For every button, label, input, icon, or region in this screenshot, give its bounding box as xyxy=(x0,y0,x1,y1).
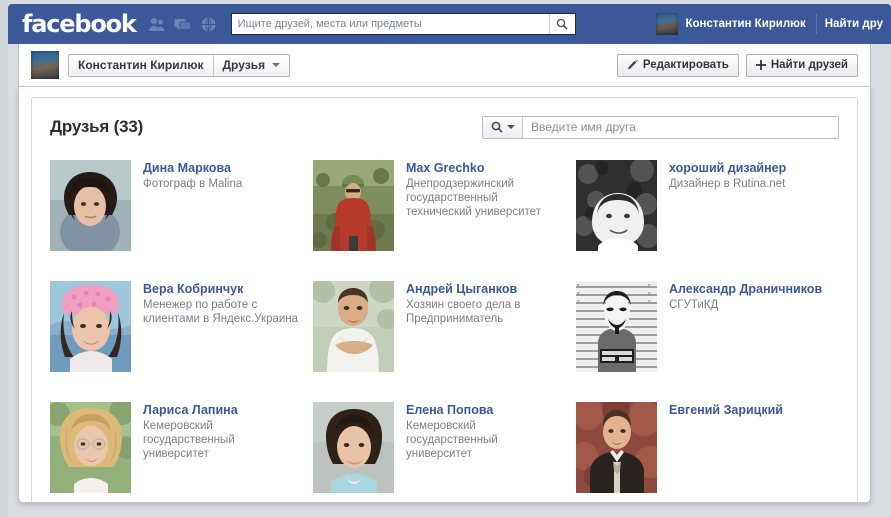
toolbar-actions: Редактировать Найти друзей xyxy=(617,54,858,77)
friend-info: Евгений Зарицкий xyxy=(669,402,783,419)
friend-search-input[interactable] xyxy=(523,117,838,138)
friend-card[interactable]: Лариса Лапина Кемеровский государственны… xyxy=(50,396,313,502)
friend-requests-icon[interactable] xyxy=(148,16,165,33)
right-gutter xyxy=(871,44,891,517)
friend-card[interactable]: Вера Кобринчук Менежер по работе с клиен… xyxy=(50,275,313,396)
messages-icon[interactable] xyxy=(174,16,191,33)
breadcrumb-item-profile[interactable]: Константин Кирилюк xyxy=(69,55,213,76)
friend-card[interactable]: хороший дизайнер Дизайнер в Rutina.net xyxy=(576,154,839,275)
global-search[interactable] xyxy=(231,13,576,35)
friend-description: Хозяин своего дела в Предприниматель xyxy=(406,298,564,326)
friend-description: Фотограф в Malina xyxy=(143,177,242,191)
chevron-down-icon xyxy=(272,63,280,67)
friend-photo[interactable] xyxy=(576,402,657,493)
friend-photo[interactable] xyxy=(313,160,394,251)
friend-info: Вера Кобринчук Менежер по работе с клиен… xyxy=(143,281,301,326)
friend-search[interactable] xyxy=(482,116,839,139)
friend-photo[interactable]: 5' 4' 3' 5' 4' 3' xyxy=(576,281,657,372)
svg-text:3': 3' xyxy=(577,299,581,303)
friend-name[interactable]: Елена Попова xyxy=(406,403,564,418)
friends-header: Друзья (33) xyxy=(50,112,839,142)
search-icon xyxy=(491,121,503,133)
friends-grid: Дина Маркова Фотограф в Malina xyxy=(50,154,839,502)
svg-text:3': 3' xyxy=(648,299,652,303)
friend-name[interactable]: Андрей Цыганков xyxy=(406,282,564,297)
svg-text:4': 4' xyxy=(577,291,581,295)
breadcrumb-item-friends[interactable]: Друзья xyxy=(213,55,290,76)
profile-toolbar: Константин Кирилюк Друзья Редактировать xyxy=(18,44,871,87)
friend-description: Днепродзержинский государственный технич… xyxy=(406,177,564,219)
friend-info: Александр Драничников СГУТиКД xyxy=(669,281,822,312)
edit-button-label: Редактировать xyxy=(643,59,729,71)
profile-avatar[interactable] xyxy=(31,51,59,79)
friend-info: Дина Маркова Фотограф в Malina xyxy=(143,160,242,191)
friend-card[interactable]: Евгений Зарицкий xyxy=(576,396,839,502)
global-header: facebook xyxy=(8,4,891,44)
svg-text:5': 5' xyxy=(577,283,581,287)
friend-name[interactable]: Александр Драничников xyxy=(669,282,822,297)
avatar xyxy=(656,13,678,35)
friend-photo[interactable] xyxy=(313,281,394,372)
friend-card[interactable]: Елена Попова Кемеровский государственный… xyxy=(313,396,576,502)
page-title: Друзья (33) xyxy=(50,117,143,137)
friends-panel: Друзья (33) xyxy=(31,97,858,502)
friend-info: Max Grechko Днепродзержинский государств… xyxy=(406,160,564,219)
friend-search-filter-dropdown[interactable] xyxy=(483,117,523,138)
friend-name[interactable]: Евгений Зарицкий xyxy=(669,403,783,418)
friend-card[interactable]: Max Grechko Днепродзержинский государств… xyxy=(313,154,576,275)
globe-notifications-icon[interactable] xyxy=(200,16,217,33)
facebook-logo[interactable]: facebook xyxy=(22,12,136,36)
friend-description: Кемеровский государственный университет xyxy=(406,419,564,461)
chevron-down-icon xyxy=(507,125,515,129)
pencil-icon xyxy=(627,60,638,71)
friend-description: Дизайнер в Rutina.net xyxy=(669,177,786,191)
global-search-input[interactable] xyxy=(232,14,549,34)
friend-name[interactable]: Max Grechko xyxy=(406,161,564,176)
breadcrumb: Константин Кирилюк Друзья xyxy=(68,54,290,77)
header-find-friends-link[interactable]: Найти дру xyxy=(817,18,891,30)
friend-card[interactable]: Дина Маркова Фотограф в Malina xyxy=(50,154,313,275)
find-friends-button[interactable]: Найти друзей xyxy=(746,54,858,77)
find-friends-button-label: Найти друзей xyxy=(771,59,848,71)
friend-info: Елена Попова Кемеровский государственный… xyxy=(406,402,564,461)
search-icon[interactable] xyxy=(549,14,575,34)
current-user-name: Константин Кирилюк xyxy=(685,18,805,30)
friend-card[interactable]: 5' 4' 3' 5' 4' 3' xyxy=(576,275,839,396)
current-user-chip[interactable]: Константин Кирилюк xyxy=(650,4,815,44)
plus-icon xyxy=(756,60,766,70)
friend-name[interactable]: Дина Маркова xyxy=(143,161,242,176)
friend-info: Андрей Цыганков Хозяин своего дела в Пре… xyxy=(406,281,564,326)
friend-photo[interactable] xyxy=(50,402,131,493)
friend-name[interactable]: Вера Кобринчук xyxy=(143,282,301,297)
svg-text:5': 5' xyxy=(648,283,652,287)
friend-photo[interactable] xyxy=(50,160,131,251)
friend-description: СГУТиКД xyxy=(669,298,822,312)
friend-name[interactable]: Лариса Лапина xyxy=(143,403,301,418)
friend-info: Лариса Лапина Кемеровский государственны… xyxy=(143,402,301,461)
friend-photo[interactable] xyxy=(313,402,394,493)
edit-button[interactable]: Редактировать xyxy=(617,54,739,77)
content-card: Друзья (33) xyxy=(18,87,871,503)
friend-photo[interactable] xyxy=(576,160,657,251)
left-gutter xyxy=(0,0,8,517)
page-root: facebook xyxy=(0,0,891,517)
friend-info: хороший дизайнер Дизайнер в Rutina.net xyxy=(669,160,786,191)
global-nav-icons xyxy=(148,16,217,33)
breadcrumb-item-friends-label: Друзья xyxy=(223,58,266,72)
global-header-right: Константин Кирилюк Найти дру xyxy=(650,4,891,44)
friend-card[interactable]: Андрей Цыганков Хозяин своего дела в Пре… xyxy=(313,275,576,396)
friend-name[interactable]: хороший дизайнер xyxy=(669,161,786,176)
friend-description: Кемеровский государственный университет xyxy=(143,419,301,461)
svg-text:4': 4' xyxy=(648,291,652,295)
friend-description: Менежер по работе с клиентами в Яндекс.У… xyxy=(143,298,301,326)
friend-photo[interactable] xyxy=(50,281,131,372)
